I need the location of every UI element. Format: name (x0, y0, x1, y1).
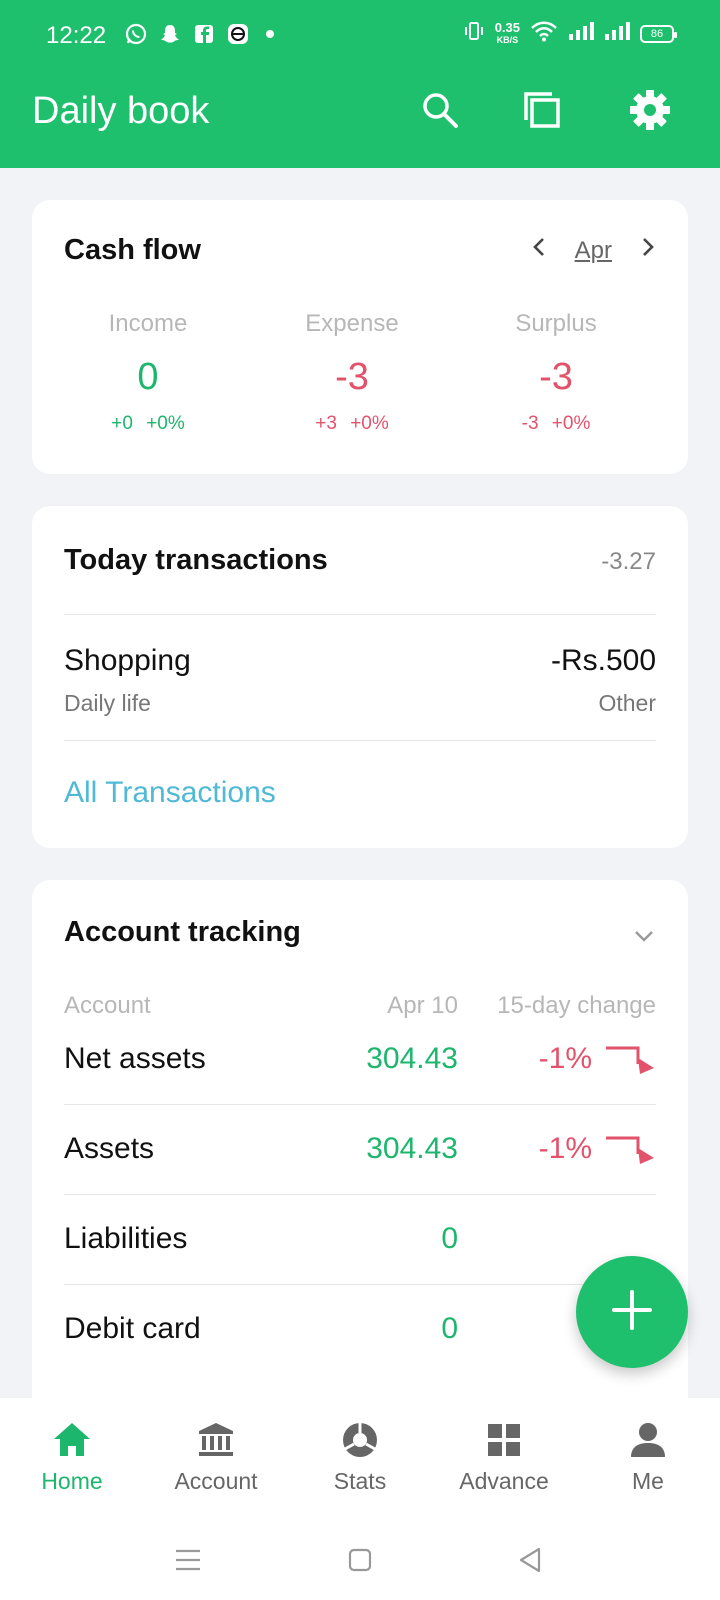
back-triangle-icon[interactable] (512, 1542, 548, 1578)
divider (64, 740, 656, 741)
surplus-label: Surplus (515, 310, 597, 337)
surplus-change: -3 +0% (521, 413, 591, 434)
date-column-header: Apr 10 (387, 992, 458, 1019)
account-name: Net assets (64, 1042, 206, 1075)
transaction-name: Shopping (64, 644, 191, 677)
today-total: -3.27 (601, 548, 656, 575)
account-value: 0 (441, 1222, 458, 1255)
divider (64, 1284, 656, 1285)
status-time: 12:22 (46, 22, 107, 49)
plus-icon (610, 1288, 654, 1337)
chevron-down-icon[interactable] (632, 924, 656, 948)
chevron-right-icon[interactable] (640, 236, 656, 265)
account-name: Debit card (64, 1312, 201, 1345)
nav-advance[interactable]: Advance (432, 1418, 576, 1495)
chevron-left-icon[interactable] (531, 236, 547, 265)
change-column-header: 15-day change (497, 992, 656, 1019)
surplus-summary: Surplus -3 -3 +0% (452, 310, 660, 435)
app-header: 12:22 0.35 KB/S 86 Daily book (0, 0, 720, 168)
today-transactions-title: Today transactions (64, 544, 328, 576)
account-change: -1% (538, 1042, 592, 1075)
expense-label: Expense (305, 310, 399, 337)
network-speed-unit: KB/S (496, 34, 519, 45)
status-app-icons (124, 22, 274, 46)
income-summary: Income 0 +0 +0% (44, 310, 252, 435)
settings-gear-icon[interactable] (628, 88, 672, 132)
divider (64, 614, 656, 615)
pie-chart-icon (338, 1418, 382, 1462)
income-value: 0 (137, 356, 159, 398)
surplus-value: -3 (539, 356, 573, 398)
account-column-header: Account (64, 992, 151, 1019)
snapchat-icon (158, 22, 182, 46)
divider (64, 1194, 656, 1195)
wifi-icon (530, 20, 558, 47)
search-icon[interactable] (418, 88, 462, 132)
nav-label: Account (174, 1468, 258, 1494)
notification-dot (266, 30, 274, 38)
system-navigation-bar (0, 1520, 720, 1600)
trend-down-icon (604, 1044, 656, 1074)
account-name: Liabilities (64, 1222, 188, 1255)
network-speed: 0.35 KB/S (494, 19, 520, 46)
income-change: +0 +0% (111, 413, 185, 434)
account-value: 304.43 (366, 1132, 458, 1165)
nav-account[interactable]: Account (144, 1418, 288, 1495)
transaction-amount: -Rs.500 (550, 644, 656, 677)
expense-summary: Expense -3 +3 +0% (248, 310, 456, 435)
nav-stats[interactable]: Stats (288, 1418, 432, 1495)
nav-me[interactable]: Me (576, 1418, 720, 1495)
status-bar: 12:22 0.35 KB/S 86 (0, 0, 720, 72)
battery-indicator: 86 (640, 24, 677, 43)
home-square-icon[interactable] (342, 1542, 378, 1578)
menu-icon[interactable] (170, 1542, 206, 1578)
vibrate-icon (463, 20, 485, 47)
divider (64, 1104, 656, 1105)
today-transactions-card: Today transactions -3.27 Shopping Daily … (32, 506, 688, 848)
income-label: Income (108, 310, 188, 337)
account-tracking-card: Account tracking Account Apr 10 15-day c… (32, 880, 688, 1440)
messenger-icon (226, 22, 250, 46)
nav-home[interactable]: Home (0, 1418, 144, 1495)
bottom-navigation: Home Account Stats Advance Me (0, 1398, 720, 1520)
expense-value: -3 (335, 356, 369, 398)
signal-icon (568, 20, 594, 47)
account-tracking-title: Account tracking (64, 916, 301, 948)
expense-change: +3 +0% (315, 413, 389, 434)
cash-flow-title: Cash flow (64, 234, 201, 266)
signal-icon-2 (604, 20, 630, 47)
account-value: 304.43 (366, 1042, 458, 1075)
month-selector: Apr (531, 236, 656, 265)
cash-flow-card: Cash flow Apr Income 0 +0 +0% Expense -3… (32, 200, 688, 474)
home-icon (50, 1418, 94, 1462)
person-icon (626, 1418, 670, 1462)
facebook-icon (192, 22, 216, 46)
account-value: 0 (441, 1312, 458, 1345)
all-transactions-link[interactable]: All Transactions (64, 776, 276, 810)
app-title: Daily book (32, 90, 210, 132)
network-speed-value: 0.35 (494, 19, 520, 35)
bank-icon (194, 1418, 238, 1462)
copy-icon[interactable] (520, 88, 564, 132)
whatsapp-icon (124, 22, 148, 46)
nav-label: Advance (459, 1468, 549, 1494)
grid-icon (482, 1418, 526, 1462)
status-indicators: 0.35 KB/S 86 (463, 19, 677, 47)
trend-down-icon (604, 1134, 656, 1164)
nav-label: Home (41, 1468, 103, 1494)
account-name: Assets (64, 1132, 155, 1165)
transaction-category: Daily life (64, 690, 151, 716)
month-label[interactable]: Apr (575, 237, 612, 265)
transaction-account: Other (598, 690, 656, 716)
account-change: -1% (538, 1132, 592, 1165)
add-transaction-button[interactable] (576, 1256, 688, 1368)
nav-label: Stats (333, 1468, 387, 1494)
nav-label: Me (632, 1468, 664, 1494)
